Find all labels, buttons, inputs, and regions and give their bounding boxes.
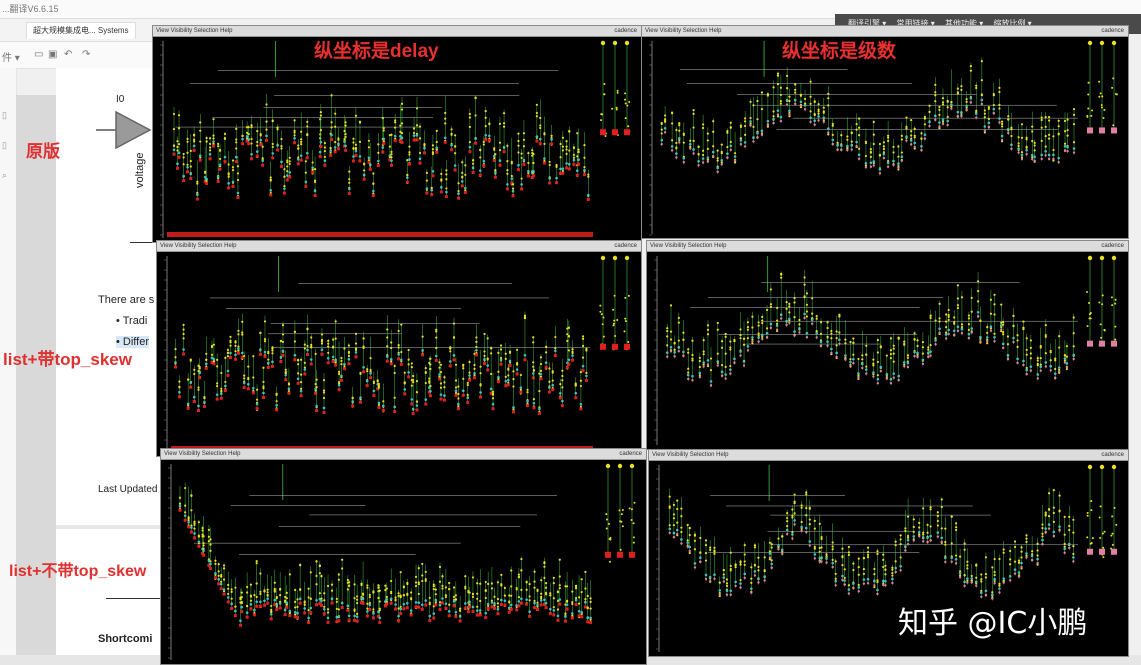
shortcomings-heading: Shortcomi <box>98 633 153 645</box>
window-title: cadence <box>1101 452 1124 458</box>
window-menu-text[interactable]: View Visibility Selection Help <box>164 451 240 457</box>
inverter-symbol <box>96 110 152 150</box>
clock-tree-plot <box>647 252 1128 449</box>
window-menubar: View Visibility Selection Help cadence <box>157 241 641 252</box>
window-title: cadence <box>614 243 637 249</box>
undo-icon[interactable]: ↶ <box>64 49 72 60</box>
clock-tree-graphic <box>649 40 1118 236</box>
label-list-with-top-skew: list+带top_skew <box>3 350 132 369</box>
bullet-1-text: Tradi <box>122 315 148 327</box>
io-label: I0 <box>116 94 125 105</box>
window-menubar: View Visibility Selection Help cadence <box>647 241 1128 252</box>
watermark: 知乎 @IC小鹏 <box>898 606 1088 641</box>
clock-tree-plot <box>157 252 641 456</box>
outline-icon[interactable]: ▯ <box>2 110 7 121</box>
window-menu-text[interactable]: View Visibility Selection Help <box>160 243 236 249</box>
tab-bar: 超大规模集成电... Systems <box>0 19 160 42</box>
clock-tree-graphic <box>164 255 630 452</box>
app-title: ...翻译V6.6.15 <box>2 4 59 14</box>
window-menubar: View Visibility Selection Help cadence <box>161 449 646 460</box>
paragraph-start: There are s <box>98 294 155 306</box>
clock-tree-plot <box>153 37 641 242</box>
clock-tree-graphic <box>654 255 1117 445</box>
window-menu-text[interactable]: View Visibility Selection Help <box>652 452 728 458</box>
clock-tree-plot <box>642 37 1128 238</box>
window-menu-text[interactable]: View Visibility Selection Help <box>650 243 726 249</box>
window-title: cadence <box>619 451 642 457</box>
page-separator <box>56 525 160 529</box>
clocktree-window-noskew-delay[interactable]: View Visibility Selection Help cadence <box>160 448 647 665</box>
redo-icon[interactable]: ↷ <box>82 49 90 60</box>
window-menubar: View Visibility Selection Help cadence <box>649 450 1128 461</box>
window-menu-text[interactable]: View Visibility Selection Help <box>156 28 232 34</box>
clock-tree-graphic <box>168 463 636 660</box>
search-icon[interactable]: ⌕ <box>2 170 7 181</box>
tab-document[interactable]: 超大规模集成电... Systems <box>26 22 136 39</box>
window-title: cadence <box>1101 243 1124 249</box>
last-updated-text: Last Updated <box>98 484 158 495</box>
bullet-item: • Tradi <box>116 315 148 327</box>
window-title: cadence <box>614 28 637 34</box>
clock-tree-plot <box>161 460 646 664</box>
window-menu-text[interactable]: View Visibility Selection Help <box>645 28 721 34</box>
clock-tree-graphic <box>160 40 631 238</box>
window-title: cadence <box>1101 28 1124 34</box>
label-list-without-top-skew: list+不带top_skew <box>9 563 147 580</box>
label-original: 原版 <box>26 142 60 161</box>
save-icon[interactable]: ▣ <box>48 49 57 60</box>
clocktree-window-skew-delay[interactable]: View Visibility Selection Help cadence <box>156 240 642 457</box>
divider <box>106 598 160 599</box>
clocktree-window-skew-levels[interactable]: View Visibility Selection Help cadence <box>646 240 1129 450</box>
folder-icon[interactable]: ▭ <box>34 49 43 60</box>
voltage-axis-label: voltage <box>134 152 146 188</box>
annotation-ylabel-delay: 纵坐标是delay <box>314 41 439 62</box>
file-menu[interactable]: 件 ▾ <box>2 49 20 64</box>
toolbar: 件 ▾ ▭ ▣ ↶ ↷ <box>0 42 160 69</box>
annotation-ylabel-levels: 纵坐标是级数 <box>782 41 897 62</box>
bookmark-icon[interactable]: ▯ <box>2 140 7 151</box>
